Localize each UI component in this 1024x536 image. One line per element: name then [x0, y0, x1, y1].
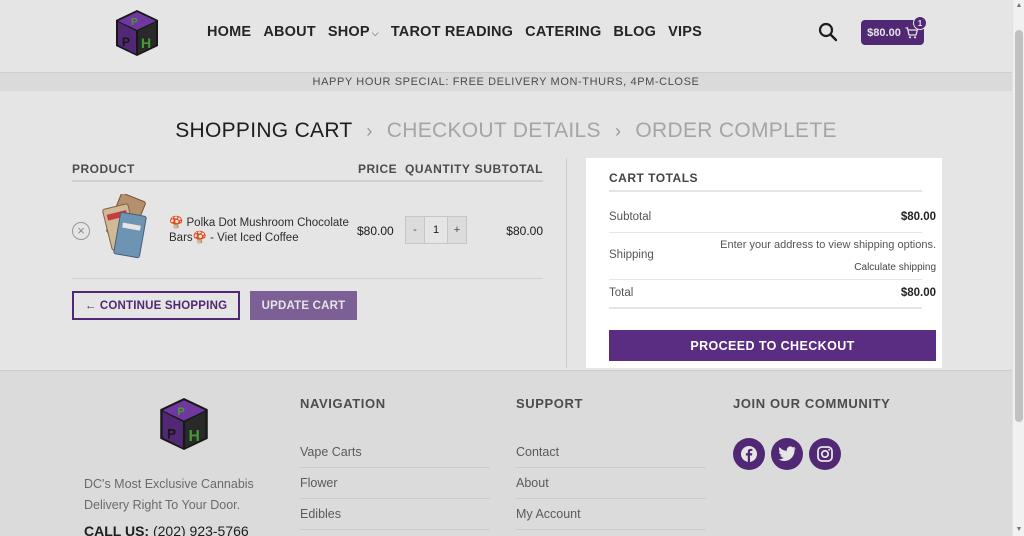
nav-about[interactable]: ABOUT — [263, 24, 316, 40]
scroll-thumb[interactable] — [1015, 30, 1023, 422]
calculate-shipping-link[interactable]: Calculate shipping — [854, 262, 936, 273]
totals-divider — [609, 279, 922, 280]
totals-divider — [609, 232, 922, 233]
nav-vips[interactable]: VIPS — [668, 24, 702, 40]
footer-link-flower[interactable]: Flower — [300, 468, 490, 499]
footer-logo[interactable]: P P H — [158, 395, 210, 453]
step-checkout-details[interactable]: CHECKOUT DETAILS — [387, 119, 601, 142]
subtotal-value: $80.00 — [900, 211, 936, 223]
continue-shopping-button[interactable]: ← CONTINUE SHOPPING — [72, 291, 240, 320]
product-thumbnail[interactable] — [99, 194, 153, 260]
site-footer: P P H DC's Most Exclusive Cannabis Deliv… — [0, 370, 1012, 536]
total-value: $80.00 — [900, 287, 936, 299]
footer-link-vape-carts[interactable]: Vape Carts — [300, 437, 490, 468]
svg-text:P: P — [122, 35, 130, 49]
footer-support-heading: SUPPORT — [516, 396, 584, 411]
shipping-note: Enter your address to view shipping opti… — [720, 239, 936, 251]
svg-text:P: P — [177, 406, 185, 418]
nav-tarot-reading[interactable]: TAROT READING — [391, 24, 513, 40]
cart-total-label: $80.00 — [867, 26, 901, 39]
search-icon[interactable] — [818, 22, 838, 42]
step-shopping-cart[interactable]: SHOPPING CART — [175, 119, 352, 142]
product-name-link[interactable]: 🍄 Polka Dot Mushroom Chocolate Bars🍄 - V… — [169, 216, 349, 246]
instagram-icon[interactable] — [809, 438, 841, 470]
footer-community-heading: JOIN OUR COMMUNITY — [733, 396, 891, 411]
totals-divider — [609, 190, 922, 192]
nav-catering[interactable]: CATERING — [525, 24, 601, 40]
nav-shop[interactable]: SHOP ⌵ — [328, 24, 379, 40]
twitter-icon[interactable] — [771, 438, 803, 470]
remove-item-icon[interactable]: × — [72, 222, 90, 240]
checkout-steps: SHOPPING CART › CHECKOUT DETAILS › ORDER… — [0, 119, 1012, 143]
phone-number: (202) 923-5766 — [152, 523, 249, 536]
svg-text:P: P — [167, 427, 176, 442]
step-separator: › — [614, 121, 622, 141]
footer-tagline: DC's Most Exclusive Cannabis Delivery Ri… — [84, 477, 254, 512]
totals-divider — [609, 307, 922, 309]
site-logo[interactable]: P P H — [114, 8, 160, 58]
svg-text:P: P — [131, 17, 138, 28]
footer-link-my-account[interactable]: My Account — [516, 499, 706, 530]
scroll-down-arrow-icon[interactable]: ▼ — [1013, 524, 1024, 536]
cart-totals-heading: CART TOTALS — [609, 171, 699, 185]
shipping-label: Shipping — [609, 249, 654, 261]
chevron-down-icon: ⌵ — [371, 28, 379, 38]
update-cart-button[interactable]: UPDATE CART — [250, 291, 357, 320]
social-links — [733, 438, 841, 470]
quantity-input[interactable]: 1 — [424, 217, 448, 243]
footer-link-contact[interactable]: Contact — [516, 437, 706, 468]
footer-support: SUPPORT Contact About My Account — [516, 396, 706, 530]
column-header-price: PRICE — [358, 162, 398, 176]
column-header-subtotal: SUBTOTAL — [474, 162, 543, 176]
footer-community: JOIN OUR COMMUNITY — [733, 396, 923, 411]
page-scrollbar[interactable]: ▲ ▼ — [1012, 0, 1024, 536]
product-price: $80.00 — [357, 224, 394, 238]
row-divider — [72, 278, 543, 279]
call-us-label: CALL US: — [84, 523, 150, 536]
product-subtotal: $80.00 — [506, 224, 543, 238]
cart-totals-panel: CART TOTALS Subtotal $80.00 Shipping Ent… — [586, 158, 942, 368]
promo-bar: HAPPY HOUR SPECIAL: FREE DELIVERY MON-TH… — [0, 72, 1012, 91]
svg-text:H: H — [189, 428, 200, 445]
footer-phone[interactable]: CALL US: (202) 923-5766 — [84, 523, 249, 536]
subtotal-label: Subtotal — [609, 211, 652, 223]
quantity-decrement-button[interactable]: - — [406, 217, 424, 243]
scroll-up-arrow-icon[interactable]: ▲ — [1013, 0, 1024, 12]
main-nav: HOME ABOUT SHOP ⌵ TAROT READING CATERING … — [207, 24, 714, 40]
column-header-product: PRODUCT — [72, 162, 135, 176]
proceed-to-checkout-button[interactable]: PROCEED TO CHECKOUT — [609, 330, 936, 361]
quantity-stepper: - 1 + — [405, 216, 467, 244]
footer-navigation-heading: NAVIGATION — [300, 396, 386, 411]
column-divider — [566, 158, 567, 368]
svg-text:H: H — [141, 35, 151, 51]
quantity-increment-button[interactable]: + — [448, 217, 466, 243]
nav-shop-label: SHOP — [327, 24, 370, 40]
column-header-quantity: QUANTITY — [405, 162, 471, 176]
nav-home[interactable]: HOME — [207, 24, 251, 40]
header-divider — [72, 180, 543, 182]
footer-navigation: NAVIGATION Vape Carts Flower Edibles — [300, 396, 490, 530]
total-label: Total — [609, 287, 634, 299]
footer-link-edibles[interactable]: Edibles — [300, 499, 490, 530]
cart-count-badge: 1 — [913, 16, 927, 30]
step-separator: › — [366, 121, 373, 141]
footer-link-about[interactable]: About — [516, 468, 706, 499]
step-order-complete: ORDER COMPLETE — [635, 119, 837, 142]
nav-blog[interactable]: BLOG — [613, 24, 656, 40]
facebook-icon[interactable] — [733, 438, 765, 470]
site-header: P P H HOME ABOUT SHOP ⌵ TAROT READING CAT… — [0, 0, 1012, 72]
